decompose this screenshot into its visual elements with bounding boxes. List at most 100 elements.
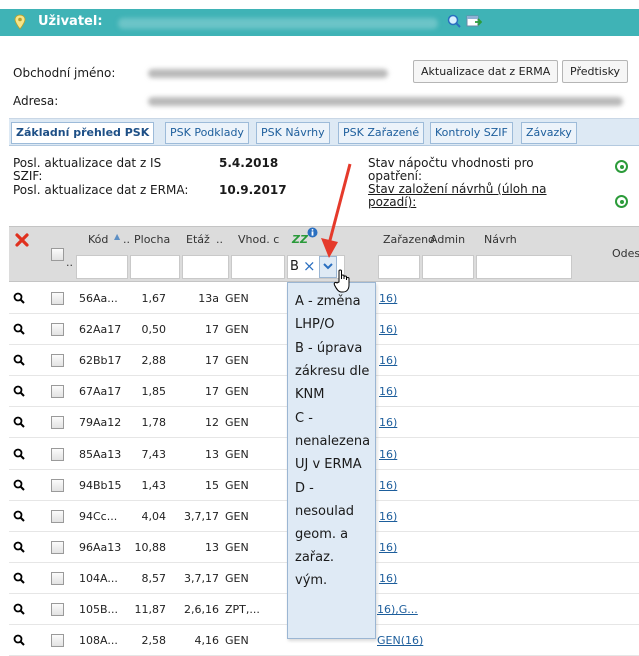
column-kod-dots: .. — [123, 233, 130, 246]
cell-vhod: GEN — [225, 416, 249, 429]
filter-etaz[interactable] — [182, 255, 229, 279]
row-checkbox[interactable] — [51, 603, 64, 616]
cell-etaz: 13 — [205, 448, 219, 461]
tab-psk-navrhy[interactable]: PSK Návrhy — [256, 122, 330, 144]
row-detail-icon[interactable] — [13, 541, 25, 553]
filter-admin[interactable] — [422, 255, 474, 279]
row-checkbox[interactable] — [51, 416, 64, 429]
select-all-checkbox[interactable] — [51, 248, 64, 261]
tasks-status-ok-icon — [615, 195, 628, 208]
tab-psk-podklady[interactable]: PSK Podklady — [165, 122, 249, 144]
cell-etaz: 12 — [205, 416, 219, 429]
cell-kod: 79Aa12 — [79, 416, 122, 429]
column-vhod[interactable]: Vhod. c — [238, 233, 279, 246]
row-detail-icon[interactable] — [13, 416, 25, 428]
cell-plocha: 7,43 — [141, 448, 167, 461]
filter-plocha[interactable] — [130, 255, 180, 279]
filter-zarazeno[interactable] — [378, 255, 420, 279]
dropdown-option-c[interactable]: C - nenalezena UJ v ERMA — [295, 407, 375, 476]
column-kod[interactable]: Kód — [88, 233, 108, 246]
cell-plocha: 2,88 — [141, 354, 167, 367]
cell-plocha: 1,85 — [141, 385, 167, 398]
cell-zarazeno[interactable]: 16) — [379, 323, 397, 336]
cell-etaz: 3,7,17 — [184, 510, 219, 523]
cell-vhod: GEN — [225, 541, 249, 554]
cell-plocha: 11,87 — [134, 603, 167, 616]
column-etaz[interactable]: Etáž — [186, 233, 210, 246]
cell-zarazeno[interactable]: 16) — [379, 448, 397, 461]
business-name-label: Obchodní jméno: — [13, 66, 116, 80]
delete-icon[interactable] — [15, 233, 29, 247]
column-plocha[interactable]: Plocha — [134, 233, 170, 246]
row-detail-icon[interactable] — [13, 479, 25, 491]
filter-zz-value: B — [290, 259, 299, 274]
filter-navrh[interactable] — [476, 255, 572, 279]
cell-zarazeno[interactable]: 16) — [379, 416, 397, 429]
cell-zarazeno[interactable]: 16),G... — [377, 603, 418, 616]
hand-cursor-icon — [333, 269, 350, 293]
row-checkbox[interactable] — [51, 541, 64, 554]
row-checkbox[interactable] — [51, 385, 64, 398]
row-detail-icon[interactable] — [13, 603, 25, 615]
cell-zarazeno[interactable]: GEN(16) — [377, 634, 423, 647]
row-checkbox[interactable] — [51, 510, 64, 523]
cell-etaz: 4,16 — [194, 634, 220, 647]
dropdown-option-a[interactable]: A - změna LHP/O — [295, 290, 375, 336]
row-checkbox[interactable] — [51, 292, 64, 305]
dropdown-option-b[interactable]: B - úprava zákresu dle KNM — [295, 337, 375, 406]
erma-update-date: 10.9.2017 — [219, 183, 287, 197]
cell-vhod: GEN — [225, 448, 249, 461]
row-checkbox[interactable] — [51, 448, 64, 461]
row-detail-icon[interactable] — [13, 354, 25, 366]
filter-kod[interactable] — [76, 255, 128, 279]
row-checkbox[interactable] — [51, 479, 64, 492]
cell-kod: 62Bb17 — [79, 354, 122, 367]
row-detail-icon[interactable] — [13, 634, 25, 646]
location-pin-icon — [14, 14, 26, 30]
cell-etaz: 17 — [205, 354, 219, 367]
zz-filter-dropdown: A - změna LHP/O B - úprava zákresu dle K… — [287, 282, 376, 639]
update-erma-button[interactable]: Aktualizace dat z ERMA — [413, 60, 559, 83]
cell-vhod: GEN — [225, 634, 249, 647]
title-bar: Uživatel: — [0, 9, 639, 36]
cell-zarazeno[interactable]: 16) — [379, 385, 397, 398]
column-zz[interactable]: ZZ — [292, 233, 308, 246]
row-detail-icon[interactable] — [13, 385, 25, 397]
tab-zavazky[interactable]: Závazky — [521, 122, 577, 144]
cell-zarazeno[interactable]: 16) — [379, 572, 397, 585]
tab-kontroly-szif[interactable]: Kontroly SZIF — [430, 122, 513, 144]
column-zarazeno[interactable]: Zařazeno — [383, 233, 435, 246]
cell-vhod: GEN — [225, 572, 249, 585]
export-icon[interactable] — [466, 14, 482, 28]
row-checkbox[interactable] — [51, 572, 64, 585]
cell-kod: 94Cc... — [79, 510, 118, 523]
row-checkbox[interactable] — [51, 323, 64, 336]
filter-vhod[interactable] — [231, 255, 285, 279]
row-detail-icon[interactable] — [13, 292, 25, 304]
tab-zakladni-prehled[interactable]: Základní přehled PSK — [11, 122, 155, 144]
cell-zarazeno[interactable]: 16) — [379, 354, 397, 367]
dropdown-option-d[interactable]: D - nesoulad geom. a zařaz. vým. — [295, 477, 375, 592]
predtisky-button[interactable]: Předtisky — [562, 60, 629, 83]
cell-zarazeno[interactable]: 16) — [379, 292, 397, 305]
refresh-search-icon[interactable] — [447, 14, 461, 28]
cell-zarazeno[interactable]: 16) — [379, 479, 397, 492]
column-admin[interactable]: Admin — [430, 233, 465, 246]
column-odes[interactable]: Odes — [612, 247, 639, 260]
row-detail-icon[interactable] — [13, 323, 25, 335]
szif-update-label: Posl. aktualizace dat z IS SZIF: — [13, 156, 162, 183]
cell-vhod: GEN — [225, 354, 249, 367]
cell-kod: 108A... — [79, 634, 118, 647]
tasks-status-link[interactable]: Stav založení návrhů (úloh na pozadí): — [368, 183, 547, 209]
column-navrh[interactable]: Návrh — [484, 233, 517, 246]
cell-zarazeno[interactable]: 16) — [379, 510, 397, 523]
row-checkbox[interactable] — [51, 634, 64, 647]
cell-vhod: GEN — [225, 510, 249, 523]
row-detail-icon[interactable] — [13, 572, 25, 584]
cell-kod: 104A... — [79, 572, 118, 585]
row-detail-icon[interactable] — [13, 448, 25, 460]
tab-psk-zarazene[interactable]: PSK Zařazené — [338, 122, 425, 144]
row-detail-icon[interactable] — [13, 510, 25, 522]
cell-zarazeno[interactable]: 16) — [379, 541, 397, 554]
row-checkbox[interactable] — [51, 354, 64, 367]
